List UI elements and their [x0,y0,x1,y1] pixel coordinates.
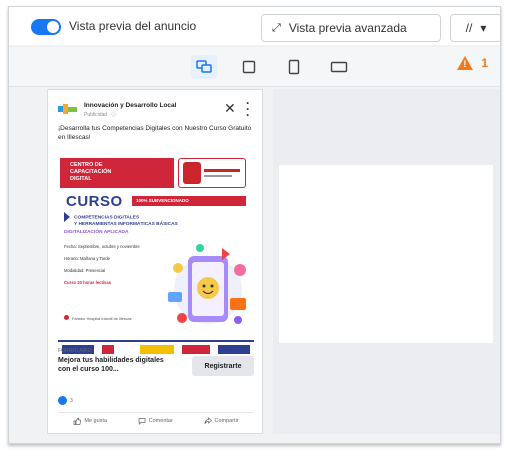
course-subtitle: COMPETENCIAS DIGITALES Y HERRAMIENTAS IN… [64,212,244,228]
curso-heading: CURSO [66,193,123,210]
banner-line-3: DIGITAL [70,176,92,182]
ad-preview-window: Vista previa del anuncio ⤢ Vista previa … [8,6,501,444]
more-vertical-icon[interactable]: · · · [246,97,250,121]
detail-schedule: Horario: Mañana y Tarde [64,256,111,261]
secondary-preview-canvas [279,165,493,343]
play-triangle-icon [64,212,70,222]
ad-header: Innovación y Desarrollo Local Publicidad… [58,97,254,122]
toggle-knob [47,21,59,33]
square-placement-icon [242,60,256,74]
course-address: Parador Hospital Infantil de Illescas [64,315,132,321]
comment-label: Comentar [148,417,173,424]
subtitle-line-2: Y HERRAMIENTAS INFORMÁTICAS BÁSICAS [74,222,178,227]
ad-preview-label: Vista previa del anuncio [69,19,197,33]
close-icon[interactable]: ✕ [224,100,236,117]
feed-placement-icon [196,60,212,73]
comment-icon [138,417,146,425]
municipal-seal [178,158,246,188]
seal-text-lines [204,169,240,177]
post-actions-bar: Me gusta Comentar Compartir [58,412,254,428]
digitalizacion-label: DIGITALIZACIÓN APLICADA [64,230,129,235]
subtitle-line-1: COMPETENCIAS DIGITALES [74,215,140,221]
reactions-summary[interactable]: 3 [58,396,73,405]
feed-placement-button[interactable] [191,55,217,79]
share-icon [203,416,212,424]
like-button[interactable]: Me gusta [73,417,107,425]
horizontal-placement-button[interactable] [326,55,352,79]
ad-primary-text: ¡Desarrolla tus Competencias Digitales c… [58,125,252,141]
warnings-indicator[interactable]: ! 1 [457,56,488,70]
link-description-area[interactable]: FORMULARIO Mejora tus habilidades digita… [58,348,254,384]
creative-banner: CENTRO DE CAPACITACIÓN DIGITAL [60,158,174,188]
share-button[interactable]: Compartir [203,416,239,425]
page-logo [58,104,77,114]
placement-bar: ! 1 [9,47,500,87]
cta-caption: FORMULARIO [58,348,92,354]
cta-headline: Mejora tus habilidades digitales con el … [58,357,164,373]
course-details: Fecha: Septiembre, octubre y noviembre H… [64,244,154,292]
vertical-placement-button[interactable] [281,55,307,79]
banner-line-2: CAPACITACIÓN [70,169,112,175]
warning-icon: ! [457,56,474,70]
address-text: Parador Hospital Infantil de Illescas [72,317,132,321]
advanced-preview-label: Vista previa avanzada [288,21,407,35]
register-button[interactable]: Registrarte [192,356,254,376]
expand-arrows-icon: ⤢ [272,21,281,34]
detail-modality: Modalidad: Presencial [64,268,106,273]
thumbs-up-icon [73,417,82,425]
ad-preview-toggle[interactable] [31,19,61,35]
coat-of-arms-icon [183,162,201,184]
detail-hours: Curso 30 horas lectivas [64,280,112,285]
page-name[interactable]: Innovación y Desarrollo Local [84,102,176,109]
detail-dates: Fecha: Septiembre, octubre y noviembre [64,244,140,249]
like-label: Me gusta [84,417,107,424]
more-label: // [465,21,473,35]
curso-tag: 100% SUBVENCIONADO [132,196,246,206]
horizontal-placement-icon [330,61,348,73]
like-reaction-icon [58,396,67,405]
preview-toolbar: Vista previa del anuncio ⤢ Vista previa … [9,7,500,45]
location-pin-icon [64,315,69,320]
sponsored-label: Publicidad · ⓘ [84,112,117,118]
comment-button[interactable]: Comentar [138,417,173,425]
square-placement-button[interactable] [236,55,262,79]
caret-down-icon: ▾ [480,21,487,35]
reaction-count: 3 [70,397,73,404]
feed-ad-preview-card: Innovación y Desarrollo Local Publicidad… [47,89,263,434]
vertical-placement-icon [288,59,300,75]
secondary-preview-panel [273,89,500,434]
advanced-preview-button[interactable]: ⤢ Vista previa avanzada [261,14,441,42]
share-label: Compartir [214,417,239,424]
warning-count: 1 [481,56,488,70]
social-media-illustration [168,244,246,324]
more-options-button[interactable]: // ▾ [450,14,500,42]
banner-line-1: CENTRO DE [70,162,103,168]
